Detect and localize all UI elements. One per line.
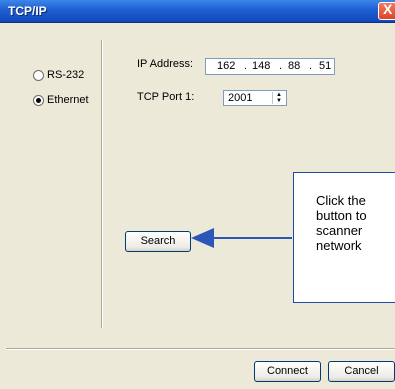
connect-button[interactable]: Connect bbox=[254, 361, 321, 382]
horizontal-separator bbox=[6, 348, 395, 350]
callout-arrow-icon bbox=[191, 228, 292, 248]
cancel-button[interactable]: Cancel bbox=[328, 361, 395, 382]
